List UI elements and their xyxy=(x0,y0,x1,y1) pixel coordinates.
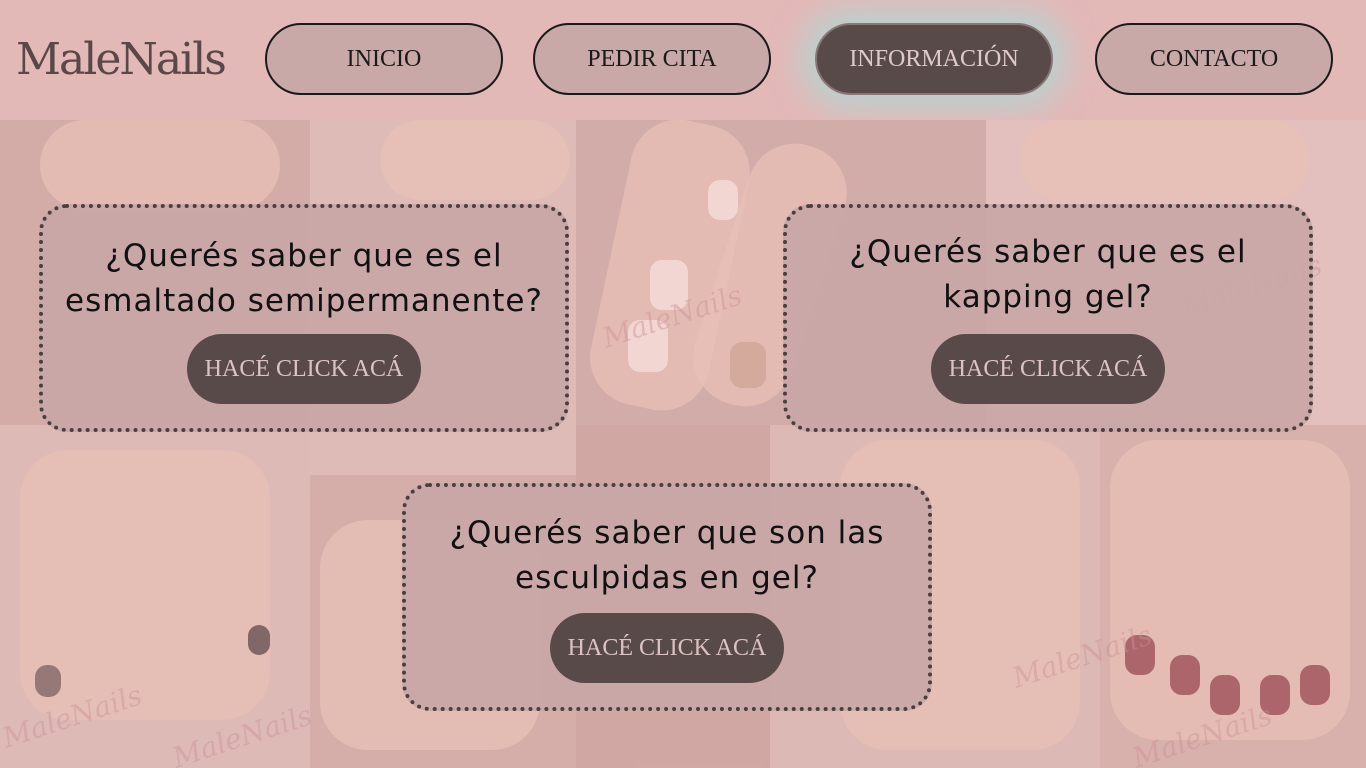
card-title-line: ¿Querés saber que son las xyxy=(449,515,885,551)
card-title-line: esculpidas en gel? xyxy=(515,560,819,596)
brand-logo[interactable]: MaleNails xyxy=(16,30,227,90)
card-title-line: ¿Querés saber que es el xyxy=(105,238,503,274)
card-title-line: esmaltado semipermanente? xyxy=(65,283,543,319)
nav-informacion-button[interactable]: INFORMACIÓN xyxy=(815,23,1053,95)
info-card-semipermanente: ¿Querés saber que es el esmaltado semipe… xyxy=(39,204,569,432)
site-header: MaleNails INICIO PEDIR CITA INFORMACIÓN … xyxy=(0,0,1366,120)
card-title: ¿Querés saber que son las esculpidas en … xyxy=(450,511,885,601)
nav-pedir-cita-button[interactable]: PEDIR CITA xyxy=(533,23,771,95)
card-title-line: ¿Querés saber que es el xyxy=(849,234,1247,270)
nav-inicio-button[interactable]: INICIO xyxy=(265,23,503,95)
nav-contacto-button[interactable]: CONTACTO xyxy=(1095,23,1333,95)
card-click-button[interactable]: HACÉ CLICK ACÁ xyxy=(550,613,784,683)
card-title: ¿Querés saber que es el kapping gel? xyxy=(849,230,1246,320)
info-card-esculpidas: ¿Querés saber que son las esculpidas en … xyxy=(402,483,932,711)
card-click-button[interactable]: HACÉ CLICK ACÁ xyxy=(187,334,421,404)
card-title: ¿Querés saber que es el esmaltado semipe… xyxy=(65,234,543,324)
info-card-kapping: ¿Querés saber que es el kapping gel? HAC… xyxy=(783,204,1313,432)
card-title-line: kapping gel? xyxy=(943,279,1153,315)
card-click-button[interactable]: HACÉ CLICK ACÁ xyxy=(931,334,1165,404)
